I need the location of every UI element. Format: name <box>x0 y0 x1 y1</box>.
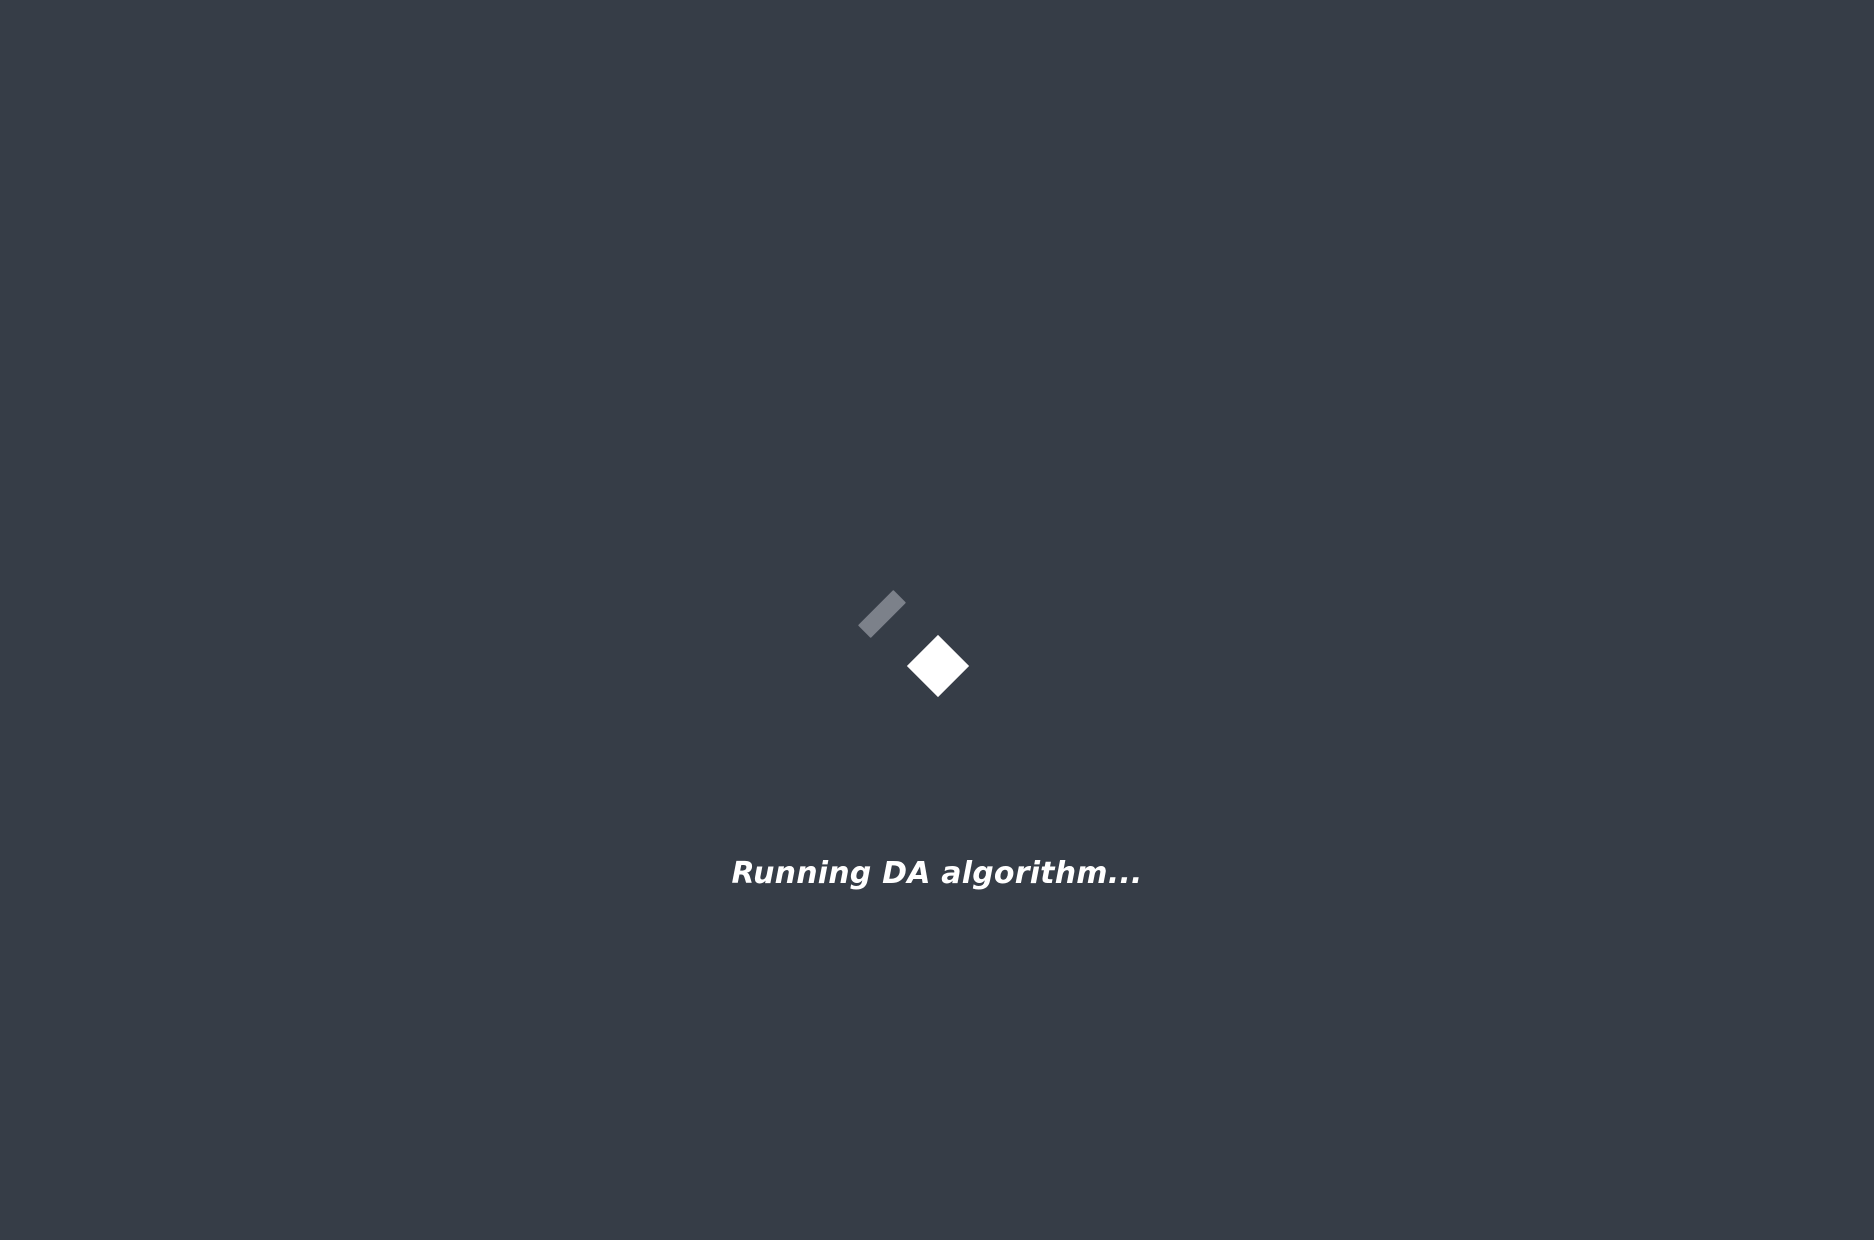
loading-spinner <box>0 0 1874 1240</box>
loading-message: Running DA algorithm... <box>731 856 1143 891</box>
spinner-diamond-icon <box>906 634 970 698</box>
spinner-trail-diamond-icon <box>857 589 907 639</box>
loading-overlay: Running DA algorithm... <box>0 0 1874 1240</box>
